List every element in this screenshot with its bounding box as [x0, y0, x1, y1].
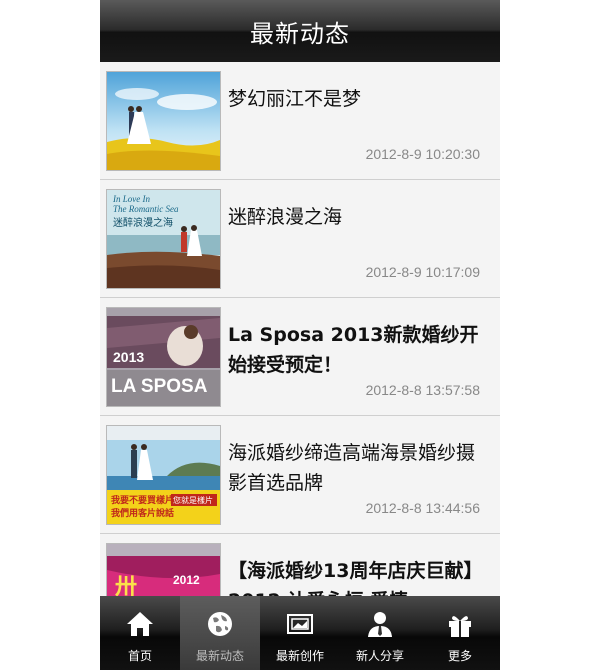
tab-creations[interactable]: 最新创作 — [260, 596, 340, 670]
news-timestamp: 2012-8-8 13:44:56 — [365, 500, 480, 516]
news-title: 迷醉浪漫之海 — [228, 206, 343, 228]
tab-sharing[interactable]: 新人分享 — [340, 596, 420, 670]
thumb-anniv-year: 2012 — [173, 573, 200, 587]
news-thumbnail — [106, 71, 221, 171]
news-title: 海派婚纱缔造高端海景婚纱摄影首选品牌 — [228, 442, 476, 494]
thumb-anniv-glyph: 卅 — [115, 575, 137, 596]
news-timestamp: 2012-8-8 13:57:58 — [365, 382, 480, 398]
thumb-promo-badge: 您就是樣片 — [173, 495, 213, 505]
tab-home[interactable]: 首页 — [100, 596, 180, 670]
globe-icon — [208, 612, 232, 636]
thumb-sea-subtitle: 迷醉浪漫之海 — [113, 216, 173, 229]
thumb-sposa-year: 2013 — [113, 349, 144, 365]
news-list[interactable]: 梦幻丽江不是梦 2012-8-9 10:20:30 In Love In The… — [100, 62, 500, 596]
news-item[interactable]: In Love In The Romantic Sea 迷醉浪漫之海 迷醉浪漫之… — [100, 180, 500, 298]
news-item[interactable]: 卅 2012 【海派婚纱13周年店庆巨献】 2012 让爱永恒 爱情... — [100, 534, 500, 596]
tab-label: 最新动态 — [195, 649, 244, 663]
news-title: 【海派婚纱13周年店庆巨献】 2012 让爱永恒 爱情... — [228, 560, 483, 596]
page-title: 最新动态 — [250, 19, 350, 48]
tab-label: 首页 — [127, 649, 152, 663]
tab-label: 更多 — [447, 649, 472, 663]
bottom-tab-bar: 首页 最新动态 最新创作 新人分享 更多 — [100, 596, 500, 670]
phone-screen: 最新动态 梦幻丽江不是梦 2012-8-9 10:20:30 In Love I… — [100, 0, 500, 670]
thumb-promo-line-1: 我要不要買樣片 — [111, 494, 174, 506]
picture-frame-icon — [287, 614, 313, 634]
thumb-sea-title-2: The Romantic Sea — [113, 204, 179, 214]
thumb-sposa-brand: LA SPOSA — [111, 376, 208, 397]
tab-news[interactable]: 最新动态 — [180, 596, 260, 670]
home-icon — [127, 612, 153, 636]
tab-label: 最新创作 — [275, 649, 324, 663]
thumb-sea-title-1: In Love In — [112, 194, 150, 204]
person-icon — [368, 612, 392, 637]
news-timestamp: 2012-8-9 10:17:09 — [365, 264, 480, 280]
news-thumbnail: 2013 LA SPOSA — [106, 307, 221, 407]
thumb-promo-line-2: 我們用客片說話 — [111, 507, 174, 519]
news-item[interactable]: 2013 LA SPOSA La Sposa 2013新款婚纱开始接受预定！ 2… — [100, 298, 500, 416]
news-thumbnail: 我要不要買樣片 我們用客片說話 您就是樣片 — [106, 425, 221, 525]
navigation-bar: 最新动态 — [100, 0, 500, 62]
news-item[interactable]: 我要不要買樣片 我們用客片說話 您就是樣片 海派婚纱缔造高端海景婚纱摄影首选品牌… — [100, 416, 500, 534]
news-thumbnail: In Love In The Romantic Sea 迷醉浪漫之海 — [106, 189, 221, 289]
news-title: 梦幻丽江不是梦 — [228, 88, 362, 110]
news-item[interactable]: 梦幻丽江不是梦 2012-8-9 10:20:30 — [100, 62, 500, 180]
news-thumbnail: 卅 2012 — [106, 543, 221, 596]
news-timestamp: 2012-8-9 10:20:30 — [365, 146, 480, 162]
gift-icon — [449, 616, 471, 637]
tab-more[interactable]: 更多 — [420, 596, 500, 670]
news-title: La Sposa 2013新款婚纱开始接受预定！ — [228, 324, 479, 376]
tab-label: 新人分享 — [355, 649, 404, 663]
